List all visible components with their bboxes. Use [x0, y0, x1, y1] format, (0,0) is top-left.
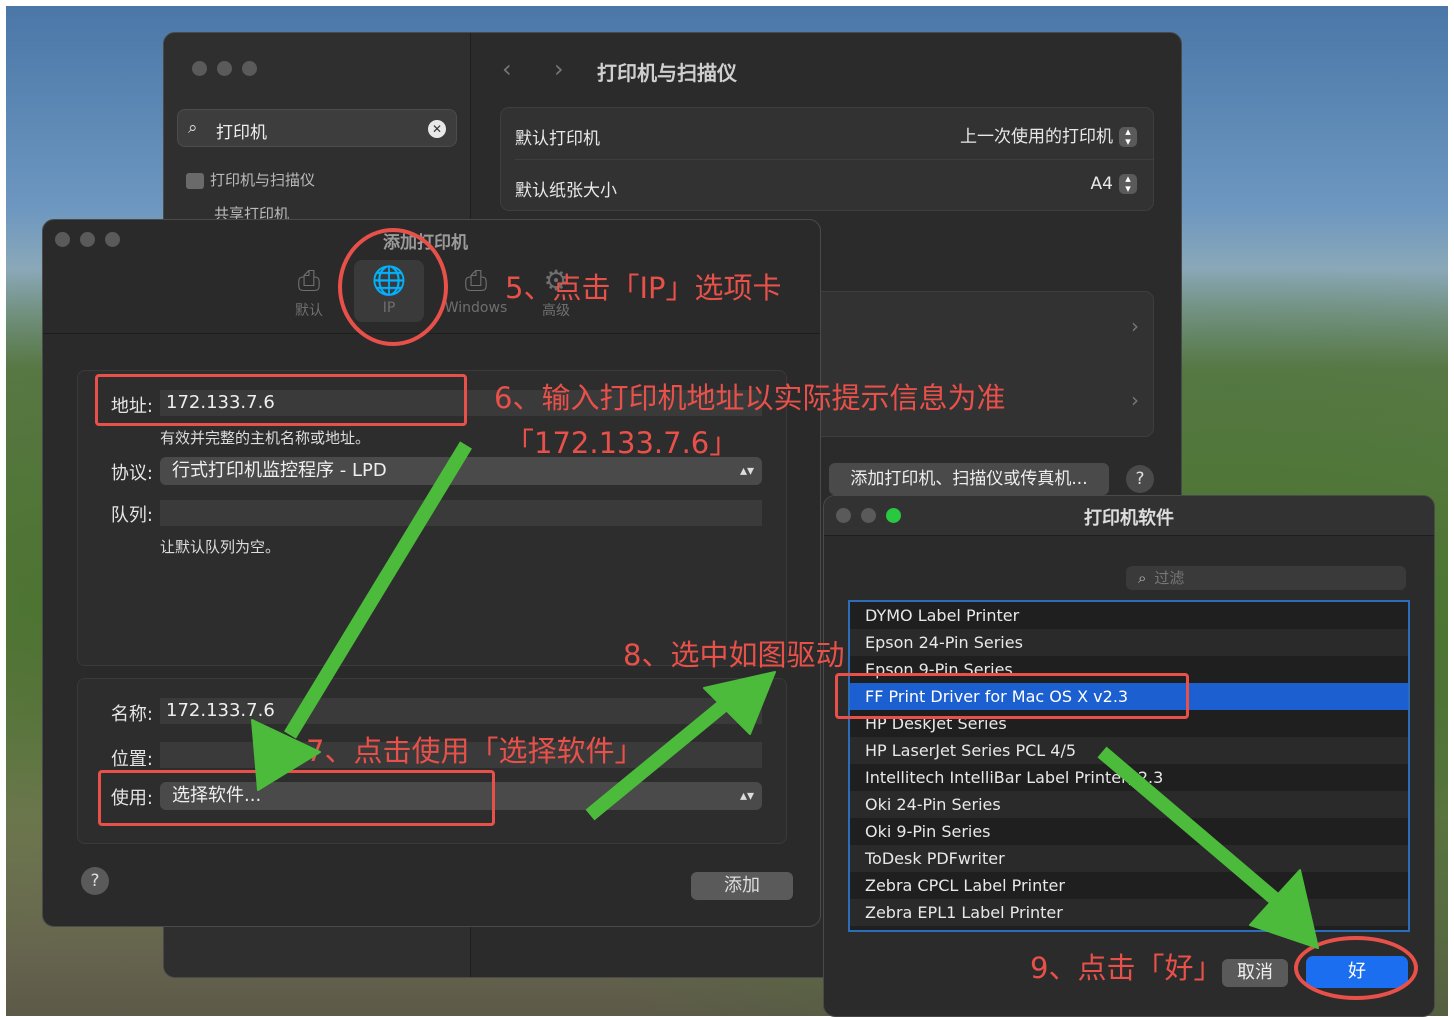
clear-search-icon[interactable]: ✕ [428, 120, 446, 138]
stepper-icon: ▴▾ [1119, 126, 1137, 147]
help-button[interactable]: ? [81, 867, 109, 895]
step7-annotation: 7、点击使用「选择软件」 [306, 734, 644, 768]
stepper-icon: ▴▾ [739, 788, 754, 804]
use-software-highlight-box [98, 770, 495, 826]
zoom-light[interactable] [242, 61, 257, 76]
list-item[interactable]: HP LaserJet Series PCL 4/5 [850, 737, 1408, 764]
tab-default[interactable]: ⎙ 默认 [274, 264, 344, 320]
driver-highlight-box [835, 673, 1189, 719]
location-label: 位置: [110, 749, 153, 770]
default-printer-select[interactable]: 上一次使用的打印机 ▴ ▾ [960, 122, 1137, 147]
sidebar-item-label: 打印机与扫描仪 [210, 171, 316, 189]
chevron-right-icon[interactable]: › [1131, 388, 1139, 412]
window-controls[interactable] [192, 61, 257, 76]
stepper-icon: ▴▾ [739, 463, 754, 479]
default-paper-select[interactable]: A4 ▴ ▾ [1090, 173, 1137, 194]
list-item[interactable]: Oki 24-Pin Series [850, 791, 1408, 818]
help-button[interactable]: ? [1126, 465, 1154, 493]
tab-label: 默认 [295, 303, 323, 319]
stepper-icon: ▴▾ [1119, 173, 1137, 194]
address-hint: 有效并完整的主机名称或地址。 [160, 429, 371, 447]
page-title: 打印机与扫描仪 [597, 61, 737, 85]
window-title: 打印机软件 [1084, 508, 1174, 529]
step8-annotation: 8、选中如图驱动 [623, 638, 845, 672]
cancel-button[interactable]: 取消 [1222, 959, 1288, 987]
default-paper-label: 默认纸张大小 [515, 181, 617, 201]
window-controls[interactable] [55, 232, 120, 247]
ip-tab-highlight-ring [338, 228, 448, 346]
filter-placeholder: 过滤 [1154, 569, 1185, 587]
step5-annotation: 5、点击「IP」选项卡 [505, 271, 782, 305]
queue-input[interactable] [160, 500, 762, 526]
name-input[interactable]: 172.133.7.6 [160, 698, 762, 724]
ok-button-highlight-ring [1294, 936, 1418, 1000]
search-icon: ⌕ [188, 118, 198, 138]
protocol-value: 行式打印机监控程序 - LPD [172, 460, 387, 481]
queue-hint: 让默认队列为空。 [160, 538, 281, 556]
filter-input[interactable]: ⌕ 过滤 [1126, 566, 1406, 590]
list-item[interactable]: Zebra CPCL Label Printer [850, 872, 1408, 899]
list-item[interactable]: DYMO Label Printer [850, 602, 1408, 629]
add-printer-button[interactable]: 添加打印机、扫描仪或传真机... [829, 463, 1109, 495]
protocol-label: 协议: [110, 463, 153, 484]
defaults-group: 默认打印机 上一次使用的打印机 ▴ ▾ 默认纸张大小 A4 ▴ ▾ [500, 107, 1154, 211]
name-label: 名称: [110, 704, 153, 725]
tab-windows[interactable]: ⎙ Windows [436, 264, 516, 316]
back-icon[interactable]: ‹ [502, 55, 512, 83]
search-icon: ⌕ [1138, 569, 1147, 587]
forward-icon[interactable]: › [554, 55, 564, 83]
add-button[interactable]: 添加 [691, 872, 793, 900]
list-item[interactable]: Zebra EPL1 Label Printer [850, 899, 1408, 926]
printer-icon [186, 172, 204, 189]
printer-icon: ⎙ [297, 264, 321, 297]
zoom-light[interactable] [105, 232, 120, 247]
default-printer-label: 默认打印机 [515, 129, 600, 149]
search-text: 打印机 [216, 123, 267, 143]
list-item[interactable]: Intellitech IntelliBar Label Printer, 2.… [850, 764, 1408, 791]
default-paper-value: A4 [1090, 174, 1113, 194]
windows-printer-icon: ⎙ [464, 264, 488, 297]
minimize-light[interactable] [80, 232, 95, 247]
chevron-right-icon[interactable]: › [1131, 314, 1139, 338]
step6-annotation-value: 「172.133.7.6」 [505, 426, 739, 460]
driver-list[interactable]: DYMO Label Printer Epson 24-Pin Series E… [848, 600, 1410, 932]
close-light[interactable] [192, 61, 207, 76]
default-printer-value: 上一次使用的打印机 [960, 127, 1113, 147]
search-field[interactable]: ⌕ 打印机 ✕ [177, 109, 457, 147]
queue-label: 队列: [110, 505, 153, 526]
step9-annotation: 9、点击「好」 [1030, 951, 1223, 985]
list-item[interactable]: Oki 9-Pin Series [850, 818, 1408, 845]
tab-label: Windows [444, 300, 508, 316]
step6-annotation: 6、输入打印机地址以实际提示信息为准 [494, 381, 1006, 415]
list-item[interactable]: ToDesk PDFwriter [850, 845, 1408, 872]
list-item[interactable]: Epson 24-Pin Series [850, 629, 1408, 656]
sidebar-item-printers[interactable]: 打印机与扫描仪 [186, 169, 315, 190]
minimize-light[interactable] [217, 61, 232, 76]
close-light[interactable] [55, 232, 70, 247]
address-highlight-box [95, 374, 467, 426]
